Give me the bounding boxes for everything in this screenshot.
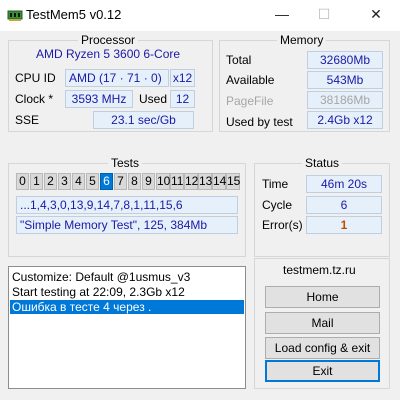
minimize-button[interactable]: — <box>262 0 302 31</box>
used-by-test-label: Used by test <box>226 115 293 129</box>
pagefile-label: PageFile <box>226 94 274 108</box>
threads-value: x12 <box>170 69 195 87</box>
errors-value-box: 1 <box>306 216 382 234</box>
test-box-4: 4 <box>72 173 85 190</box>
sse-label: SSE <box>15 113 40 127</box>
test-box-2: 2 <box>44 173 57 190</box>
maximize-button[interactable]: ☐ <box>304 0 344 31</box>
title-bar: TestMem5 v0.12 — ☐ ✕ <box>0 0 400 31</box>
log-line[interactable]: Ошибка в тесте 4 через . <box>10 300 244 314</box>
status-title: Status <box>302 156 343 170</box>
time-label: Time <box>262 177 289 191</box>
cycle-label: Cycle <box>262 198 293 212</box>
test-box-14: 14 <box>212 173 227 190</box>
used-label: Used <box>139 92 168 106</box>
test-box-10: 10 <box>156 173 171 190</box>
available-label: Available <box>226 73 275 87</box>
memory-chip-icon <box>7 10 23 21</box>
test-box-5: 5 <box>86 173 99 190</box>
log-line[interactable]: Customize: Default @1usmus_v3 <box>10 270 190 284</box>
test-box-11: 11 <box>170 173 184 190</box>
test-box-13: 13 <box>198 173 213 190</box>
test-box-3: 3 <box>58 173 71 190</box>
test-box-12: 12 <box>184 173 199 190</box>
test-config: "Simple Memory Test", 125, 384Mb <box>16 216 238 234</box>
used-value: 12 <box>170 90 195 108</box>
test-box-0: 0 <box>16 173 29 190</box>
tests-title: Tests <box>108 156 143 170</box>
load-config-button[interactable]: Load config & exit <box>265 337 380 359</box>
mail-button[interactable]: Mail <box>265 312 380 334</box>
pagefile-value: 38186Mb <box>307 91 383 109</box>
log-line[interactable]: Start testing at 22:09, 2.3Gb x12 <box>10 285 185 299</box>
sse-value: 23.1 sec/Gb <box>93 111 194 129</box>
cpuid-value: AMD (17 · 71 · 0) <box>65 69 169 87</box>
available-value: 543Mb <box>307 71 383 89</box>
errors-value: 1 <box>340 218 348 232</box>
log-listbox[interactable]: Customize: Default @1usmus_v3 Start testi… <box>8 266 246 389</box>
cycle-value: 6 <box>306 196 382 214</box>
window-title: TestMem5 v0.12 <box>26 7 122 22</box>
time-value: 46m 20s <box>306 175 382 193</box>
total-value: 32680Mb <box>307 51 383 69</box>
test-box-15: 15 <box>226 173 241 190</box>
used-by-test-value: 2.4Gb x12 <box>307 111 383 129</box>
memory-title: Memory <box>277 33 327 47</box>
test-box-8: 8 <box>128 173 141 190</box>
processor-name: AMD Ryzen 5 3600 6-Core <box>36 47 181 61</box>
test-box-1: 1 <box>30 173 43 190</box>
test-box-9: 9 <box>142 173 155 190</box>
site-link[interactable]: testmem.tz.ru <box>283 263 356 277</box>
home-button[interactable]: Home <box>265 286 380 308</box>
exit-button[interactable]: Exit <box>265 360 380 382</box>
errors-label: Error(s) <box>262 218 303 232</box>
total-label: Total <box>226 53 252 67</box>
close-button[interactable]: ✕ <box>356 0 396 31</box>
cpuid-label: CPU ID <box>15 71 56 85</box>
test-sequence: ...1,4,3,0,13,9,14,7,8,1,11,15,6 <box>16 196 238 214</box>
clock-value: 3593 MHz <box>65 90 133 108</box>
test-box-6: 6 <box>100 173 113 190</box>
clock-label: Clock * <box>15 92 54 106</box>
test-box-7: 7 <box>114 173 127 190</box>
processor-title: Processor <box>78 33 139 47</box>
